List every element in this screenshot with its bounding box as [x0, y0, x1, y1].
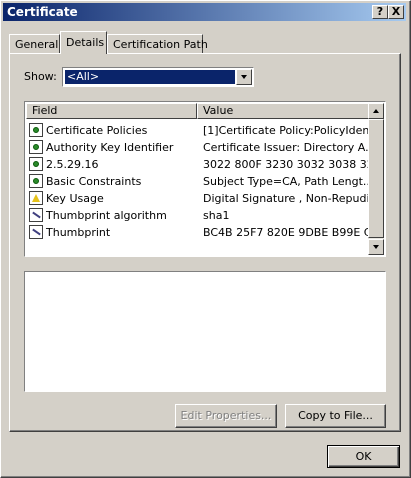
list-row[interactable]: Basic Constraints Subject Type=CA, Path … [26, 173, 369, 190]
field-name: Thumbprint algorithm [46, 209, 167, 222]
certificate-field-icon [29, 123, 43, 137]
column-header-field[interactable]: Field [26, 103, 197, 119]
column-header-value[interactable]: Value [197, 103, 369, 119]
field-value: [1]Certificate Policy:PolicyIden... [203, 124, 369, 137]
tab-certification-path[interactable]: Certification Path [107, 34, 208, 53]
chevron-up-icon [373, 109, 379, 113]
certificate-field-icon [29, 157, 43, 171]
help-button[interactable]: ? [372, 5, 388, 19]
thumbprint-property-icon [29, 208, 43, 222]
vertical-scrollbar[interactable] [368, 103, 384, 255]
copy-to-file-button[interactable]: Copy to File... [285, 404, 386, 428]
field-name: 2.5.29.16 [46, 158, 99, 171]
dropdown-arrow-button[interactable] [236, 69, 252, 85]
field-name: Authority Key Identifier [46, 141, 174, 154]
certificate-field-icon [29, 140, 43, 154]
field-detail-box[interactable] [24, 271, 386, 392]
list-row[interactable]: Key Usage Digital Signature , Non-Repudi… [26, 190, 369, 207]
field-value: Digital Signature , Non-Repudi... [203, 192, 369, 205]
field-name: Key Usage [46, 192, 104, 205]
field-name: Certificate Policies [46, 124, 148, 137]
list-row[interactable]: 2.5.29.16 3022 800F 3230 3032 3038 32... [26, 156, 369, 173]
list-row[interactable]: Thumbprint BC4B 25F7 820E 9DBE B99E C... [26, 224, 369, 241]
edit-properties-button[interactable]: Edit Properties... [175, 404, 277, 428]
field-name: Basic Constraints [46, 175, 142, 188]
warning-field-icon [29, 191, 43, 205]
list-row[interactable]: Authority Key Identifier Certificate Iss… [26, 139, 369, 156]
field-name: Thumbprint [46, 226, 111, 239]
window-title: Certificate [7, 5, 78, 19]
chevron-down-icon [373, 245, 379, 249]
chevron-down-icon [241, 75, 247, 79]
certificate-field-icon [29, 174, 43, 188]
tab-details[interactable]: Details [60, 31, 107, 54]
scroll-down-button[interactable] [368, 239, 384, 255]
scroll-thumb[interactable] [368, 119, 384, 238]
field-value: sha1 [203, 209, 230, 222]
field-value: 3022 800F 3230 3032 3038 32... [203, 158, 369, 171]
tab-general[interactable]: General [9, 34, 60, 53]
ok-button[interactable]: OK [327, 445, 400, 468]
show-dropdown[interactable]: <All> [62, 67, 254, 87]
show-selected-value: <All> [65, 70, 235, 84]
field-value: BC4B 25F7 820E 9DBE B99E C... [203, 226, 369, 239]
list-row[interactable]: Certificate Policies [1]Certificate Poli… [26, 122, 369, 139]
fields-list[interactable]: Field Value Certificate Policies [1]Cert… [24, 101, 386, 257]
scroll-up-button[interactable] [368, 103, 384, 119]
thumbprint-property-icon [29, 225, 43, 239]
list-row[interactable]: Thumbprint algorithm sha1 [26, 207, 369, 224]
show-label: Show: [24, 70, 57, 83]
close-button[interactable]: X [388, 5, 404, 19]
field-value: Certificate Issuer: Directory A... [203, 141, 369, 154]
field-value: Subject Type=CA, Path Lengt... [203, 175, 369, 188]
title-bar[interactable]: Certificate ? X [3, 3, 406, 21]
